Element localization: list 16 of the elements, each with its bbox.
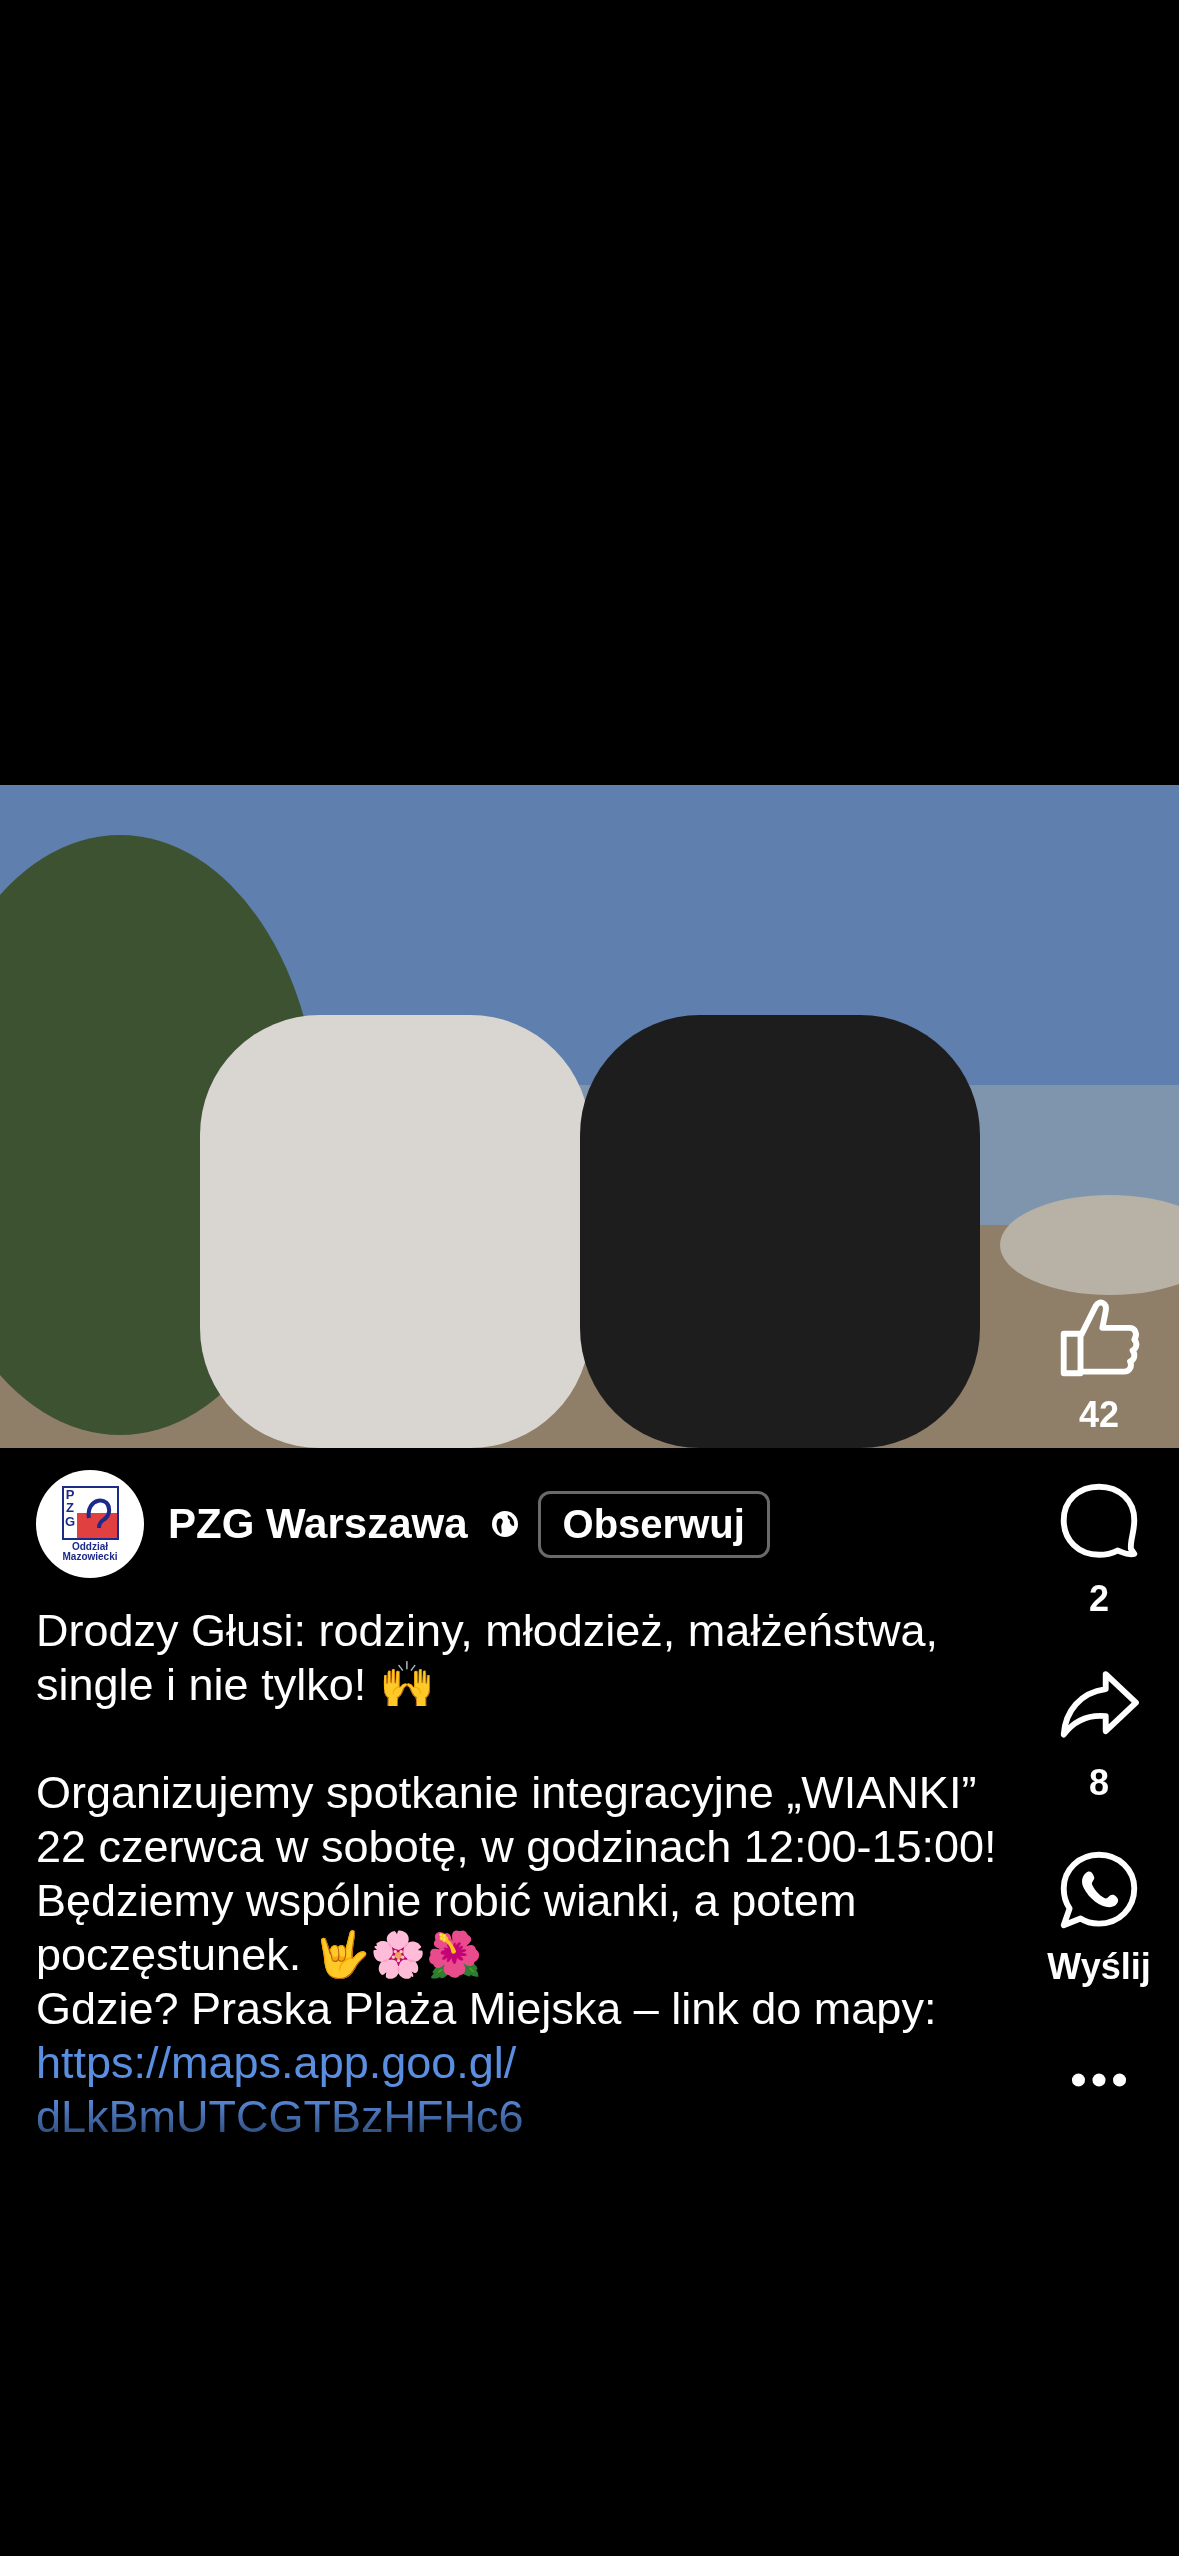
caption-text: Gdzie? Praska Plaża Miejska – link do mapy: <box>36 1982 938 2036</box>
map-link[interactable]: https://maps.app.goo.gl/ dLkBmUTCGTBzHFHc6 <box>36 2036 636 2144</box>
caption-text: Organizujemy spotkanie integracyjne „WIANKI” 22 czerwca w sobotę, w godzinach 12:00-15:00! <box>36 1766 998 1874</box>
action-label: Wyślij <box>1047 1946 1151 1988</box>
caption-text: Będziemy wspólnie robić wianki, a potem poczęstunek. 🤟🌸🌺 <box>36 1874 858 1982</box>
logo-caption: Oddział <box>71 1541 109 1552</box>
follow-button[interactable]: Obserwuj <box>537 1490 770 1558</box>
action-label: 42 <box>1078 1394 1119 1436</box>
action-label: 2 <box>1089 1578 1109 1620</box>
caption-text: Drodzy Głusi: rodziny, młodzież, małżeństwa, single i nie tylko! 🙌 <box>36 1604 939 1712</box>
action-label: 8 <box>1089 1762 1109 1804</box>
globe-icon <box>489 1509 520 1539</box>
more-icon[interactable] <box>1071 2072 1127 2088</box>
author-name[interactable]: PZG Warszawa <box>168 1500 468 1548</box>
logo-caption: Mazowiecki <box>62 1552 118 1563</box>
page-logo[interactable]: PZG Oddział Mazowiecki <box>36 1470 144 1578</box>
